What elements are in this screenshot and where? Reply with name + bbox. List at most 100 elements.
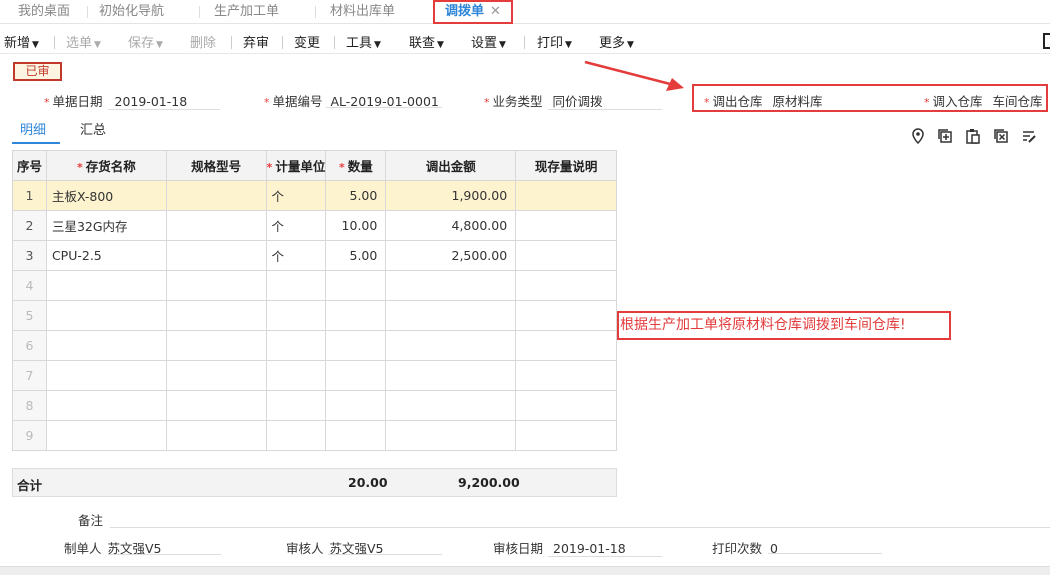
empty-cell[interactable] [165,330,267,361]
more-menu[interactable]: 更多 ▼ [599,32,634,51]
spec-cell[interactable] [165,180,267,211]
empty-cell[interactable] [325,270,387,301]
print-menu[interactable]: 打印 ▼ [537,32,572,51]
location-icon[interactable] [910,128,926,144]
column-header-amount[interactable]: 调出金额 [385,150,517,181]
empty-cell[interactable] [45,270,167,301]
spec-cell[interactable] [165,210,267,241]
table-row[interactable]: 4 [12,270,617,301]
window-icon[interactable] [1043,33,1050,49]
tab-init-nav[interactable]: 初始化导航 [99,0,164,24]
empty-cell[interactable] [45,330,167,361]
close-icon[interactable]: ✕ [490,4,501,19]
stock-note-cell[interactable] [515,240,617,271]
empty-cell[interactable] [515,330,617,361]
tab-desktop[interactable]: 我的桌面 [18,0,70,24]
unit-cell[interactable]: 个 [265,240,327,271]
item-name-cell[interactable]: 主板X-800 [45,180,167,211]
empty-cell[interactable] [515,300,617,331]
empty-cell[interactable] [45,360,167,391]
empty-cell[interactable] [165,390,267,421]
unit-cell[interactable]: 个 [265,180,327,211]
empty-cell[interactable] [45,420,167,451]
column-header-spec[interactable]: 规格型号 [165,150,267,181]
amount-cell[interactable]: 1,900.00 [385,180,517,211]
tab-transfer-order[interactable]: 调拨单 ✕ [433,0,513,24]
empty-cell[interactable] [265,360,327,391]
empty-cell[interactable] [515,420,617,451]
table-row[interactable]: 7 [12,360,617,391]
table-row[interactable]: 3 CPU-2.5 个 5.00 2,500.00 [12,240,617,271]
change-button[interactable]: 变更 [294,32,320,51]
empty-cell[interactable] [385,390,517,421]
column-header-qty[interactable]: * 数量 [325,150,387,181]
remark-input[interactable] [110,527,1050,528]
column-header-stock-note[interactable]: 现存量说明 [515,150,617,181]
empty-cell[interactable] [45,390,167,421]
save-button[interactable]: 保存 ▼ [128,32,163,51]
empty-cell[interactable] [325,300,387,331]
qty-cell[interactable]: 5.00 [325,240,387,271]
empty-cell[interactable] [515,390,617,421]
empty-cell[interactable] [385,420,517,451]
abandon-audit-button[interactable]: 弃审 [243,32,269,51]
edit-icon[interactable] [1021,128,1037,144]
empty-cell[interactable] [265,390,327,421]
link-query-menu[interactable]: 联查 ▼ [409,32,444,51]
empty-cell[interactable] [265,270,327,301]
tab-detail[interactable]: 明细 [20,119,46,138]
empty-cell[interactable] [265,420,327,451]
item-name-cell[interactable]: CPU-2.5 [45,240,167,271]
tab-production-order[interactable]: 生产加工单 [214,0,279,24]
amount-cell[interactable]: 2,500.00 [385,240,517,271]
empty-cell[interactable] [385,300,517,331]
delete-button[interactable]: 删除 [190,32,216,51]
table-row[interactable]: 1 主板X-800 个 5.00 1,900.00 [12,180,617,211]
qty-cell[interactable]: 5.00 [325,180,387,211]
type-field[interactable]: * 业务类型 同价调拨 [484,91,603,110]
column-header-unit[interactable]: * 计量单位 [265,150,327,181]
empty-cell[interactable] [265,330,327,361]
select-button[interactable]: 选单 ▼ [66,32,101,51]
new-button[interactable]: 新增 ▼ [4,32,39,51]
empty-cell[interactable] [325,420,387,451]
empty-cell[interactable] [385,270,517,301]
qty-cell[interactable]: 10.00 [325,210,387,241]
date-field[interactable]: * 单据日期 2019-01-18 [44,91,187,110]
tab-summary[interactable]: 汇总 [80,119,106,138]
empty-cell[interactable] [325,330,387,361]
empty-cell[interactable] [385,330,517,361]
empty-cell[interactable] [325,390,387,421]
out-warehouse-field[interactable]: * 调出仓库 原材料库 [704,91,823,110]
empty-cell[interactable] [165,300,267,331]
empty-cell[interactable] [385,360,517,391]
empty-cell[interactable] [265,300,327,331]
stock-note-cell[interactable] [515,210,617,241]
settings-menu[interactable]: 设置 ▼ [471,32,506,51]
unit-cell[interactable]: 个 [265,210,327,241]
column-header-name[interactable]: * 存货名称 [45,150,167,181]
tab-material-outbound[interactable]: 材料出库单 [330,0,395,24]
empty-cell[interactable] [45,300,167,331]
empty-cell[interactable] [165,270,267,301]
empty-cell[interactable] [325,360,387,391]
empty-cell[interactable] [165,360,267,391]
empty-cell[interactable] [515,270,617,301]
stock-note-cell[interactable] [515,180,617,211]
empty-cell[interactable] [515,360,617,391]
horizontal-scrollbar[interactable] [0,566,1050,575]
table-row[interactable]: 9 [12,420,617,451]
delete-row-icon[interactable] [993,128,1009,144]
table-row[interactable]: 8 [12,390,617,421]
amount-cell[interactable]: 4,800.00 [385,210,517,241]
spec-cell[interactable] [165,240,267,271]
tools-menu[interactable]: 工具 ▼ [346,32,381,51]
table-row[interactable]: 5 [12,300,617,331]
in-warehouse-field[interactable]: * 调入仓库 车间仓库 [924,91,1043,110]
paste-icon[interactable] [965,128,981,144]
empty-cell[interactable] [165,420,267,451]
item-name-cell[interactable]: 三星32G内存 [45,210,167,241]
table-row[interactable]: 6 [12,330,617,361]
table-row[interactable]: 2 三星32G内存 个 10.00 4,800.00 [12,210,617,241]
copy-add-icon[interactable] [937,128,953,144]
